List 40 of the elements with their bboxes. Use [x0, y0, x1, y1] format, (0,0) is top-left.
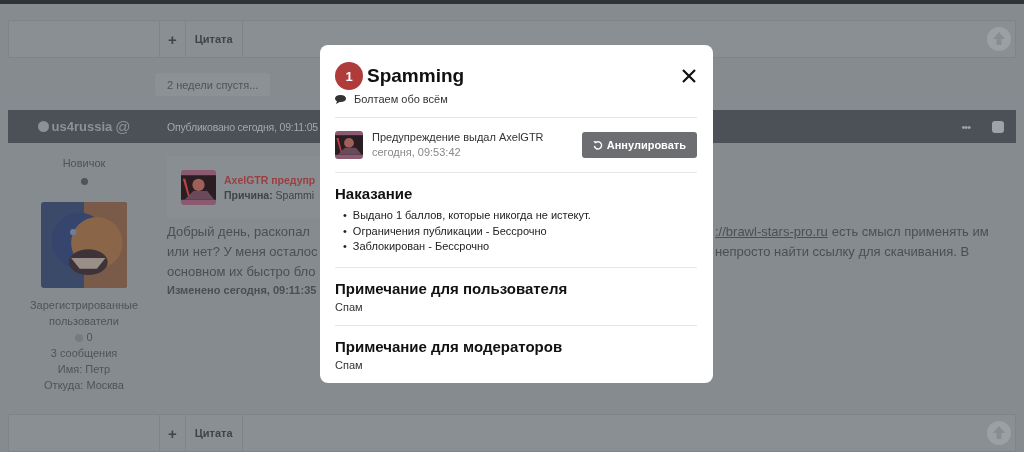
- add-button[interactable]: +: [159, 415, 185, 451]
- penalty-item: Выдано 1 баллов, которые никогда не истекут.: [352, 208, 591, 223]
- dialog-title: Spamming: [367, 65, 465, 87]
- select-checkbox[interactable]: [992, 120, 1004, 133]
- post-text: непросто найти ссылку для скачивания. В: [715, 243, 970, 259]
- section-heading: Примечание для пользователя: [335, 279, 569, 297]
- post-text: или нет? У меня осталос: [167, 243, 319, 259]
- section-heading: Примечание для модераторов: [335, 337, 564, 355]
- undo-icon: [592, 139, 603, 150]
- warning-title[interactable]: AxelGTR предупр: [224, 173, 316, 186]
- bullet: •: [343, 239, 347, 254]
- mention-button[interactable]: @: [115, 118, 131, 135]
- more-button[interactable]: •••: [961, 120, 970, 133]
- note-text: Спам: [335, 358, 364, 371]
- post-text: есть смысл применять им: [831, 223, 989, 239]
- quote-button[interactable]: Цитата: [184, 415, 243, 451]
- time-gap-label: 2 недели спустя...: [155, 73, 271, 96]
- close-icon[interactable]: [681, 68, 697, 84]
- published-date: Опубликовано сегодня, 09:11:05: [167, 120, 318, 133]
- forum-name: Болтаем обо всём: [354, 93, 448, 105]
- post-link[interactable]: ://brawl-stars-pro.ru: [715, 223, 828, 239]
- rank-dot: [80, 178, 88, 185]
- penalty-item: Ограничения публикации - Бессрочно: [352, 223, 547, 239]
- quote-button[interactable]: Цитата: [184, 21, 243, 57]
- bullet: •: [343, 208, 347, 223]
- issue-date: сегодня, 09:53:42: [372, 146, 462, 158]
- issuer-text: Предупреждение выдал AxelGTR: [372, 131, 544, 143]
- note-text: Спам: [335, 300, 364, 313]
- author-link[interactable]: us4russia: [51, 119, 113, 134]
- penalty-item: Заблокирован - Бессрочно: [352, 239, 490, 254]
- post-text: Добрый день, раскопал: [167, 223, 311, 239]
- section-heading: Наказание: [335, 185, 414, 202]
- bullet: •: [343, 223, 347, 239]
- revoke-button[interactable]: Аннулировать: [581, 131, 697, 158]
- speech-bubble-icon: [335, 94, 346, 104]
- post-text: основном их быстро бло: [167, 263, 317, 279]
- warning-reason: Причина: Spammi: [224, 188, 316, 201]
- points-badge: 1: [335, 62, 363, 90]
- edited-note: Изменено сегодня, 09:11:35: [167, 284, 317, 296]
- add-button[interactable]: +: [159, 21, 185, 57]
